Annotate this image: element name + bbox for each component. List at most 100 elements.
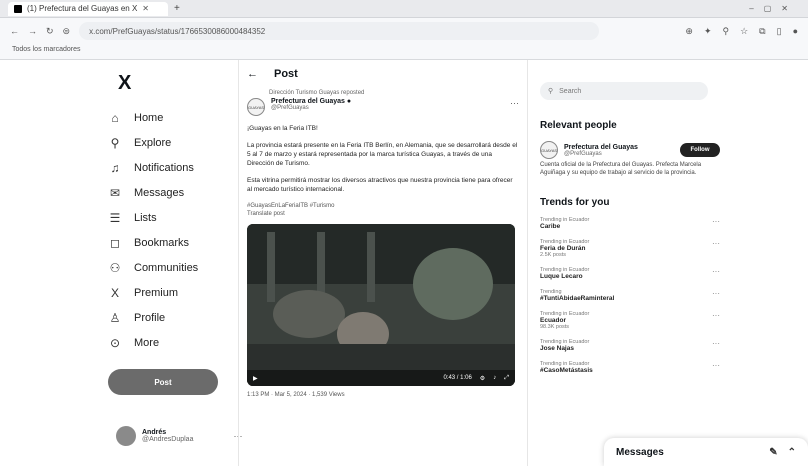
relevant-person: GUAYAS Prefectura del Guayas @PrefGuayas…	[540, 141, 720, 159]
search-icon: ⚲	[548, 88, 554, 95]
trend-more-icon[interactable]: ···	[712, 311, 720, 330]
translate-link[interactable]: Translate post	[247, 211, 285, 217]
trend-more-icon[interactable]: ···	[712, 267, 720, 280]
nav-item-more[interactable]: ⊙ More	[104, 330, 234, 355]
list-icon: ☰	[109, 210, 121, 225]
search-icon: ⚲	[110, 135, 120, 150]
trend-name: Feria de Durán	[540, 245, 586, 252]
expand-icon[interactable]: ⌃	[788, 447, 796, 458]
trend-item[interactable]: Trending in Ecuador Luque Lecaro ···	[540, 267, 720, 280]
x-icon: X	[110, 285, 119, 300]
person-bio: Cuenta oficial de la Prefectura del Guay…	[540, 162, 702, 176]
nav-item-profile[interactable]: ♙ Profile	[104, 305, 234, 330]
reload-icon[interactable]: ↻	[46, 26, 54, 37]
nav-item-communities[interactable]: ⚇ Communities	[104, 255, 234, 280]
new-tab-icon[interactable]: +	[174, 3, 180, 14]
bookmark-icon: ◻	[110, 235, 120, 250]
nav-item-notifications[interactable]: ♫ Notifications	[104, 155, 234, 180]
nav-item-premium[interactable]: X Premium	[104, 280, 234, 305]
search-input[interactable]: ⚲ Search	[540, 82, 708, 100]
relevant-people-title: Relevant people	[540, 120, 617, 131]
post-more-icon[interactable]: ···	[510, 98, 519, 108]
browser-tab-bar: (1) Prefectura del Guayas en X ✕ + –▢✕	[0, 0, 808, 18]
url-field[interactable]: x.com/PrefGuayas/status/1766530086000484…	[79, 22, 600, 40]
x-logo[interactable]: X	[118, 72, 234, 95]
trend-more-icon[interactable]: ···	[712, 289, 720, 302]
back-arrow-icon[interactable]: ←	[247, 68, 258, 80]
close-tab-icon[interactable]: ✕	[142, 4, 149, 13]
account-name: Andrés	[142, 429, 167, 436]
nav-item-label: More	[134, 336, 160, 349]
avatar	[116, 426, 136, 446]
nav-item-label: Communities	[134, 261, 199, 274]
right-sidebar: ⚲ Search Relevant people GUAYAS Prefectu…	[540, 82, 720, 374]
nav-item-label: Lists	[134, 211, 157, 224]
verified-badge-icon: ●	[346, 98, 352, 105]
person-avatar[interactable]: GUAYAS	[540, 141, 558, 159]
messages-drawer[interactable]: Messages ✎ ⌃	[604, 438, 808, 466]
trend-more-icon[interactable]: ···	[712, 239, 720, 258]
trend-item[interactable]: Trending in Ecuador Jose Najas ···	[540, 339, 720, 352]
profile-avatar-icon[interactable]: ●	[793, 26, 798, 37]
browser-toolbar: ⊕ ✦ ⚲ ☆ ⧉ ▯ ●	[685, 26, 798, 37]
follow-button[interactable]: Follow	[680, 143, 720, 157]
mail-icon: ✉	[109, 185, 121, 200]
nav-item-explore[interactable]: ⚲ Explore	[104, 130, 234, 155]
translate-icon[interactable]: ⊕	[685, 26, 693, 37]
post-meta: 1:13 PM · Mar 5, 2024 · 1,539 Views	[247, 392, 345, 398]
post-hashtags: #GuayasEnLaFeriaITB #Turismo Translate p…	[247, 203, 335, 217]
author-name[interactable]: Prefectura del Guayas ●	[271, 98, 351, 105]
page-title: Post	[274, 68, 298, 80]
nav-item-home[interactable]: ⌂ Home	[104, 105, 234, 130]
trend-item[interactable]: Trending in Ecuador Caribe ···	[540, 217, 720, 230]
post-video[interactable]: ▶ 0:43 / 1:06 ⚙ ♪ ⤢	[247, 224, 515, 386]
extensions-puzzle-icon[interactable]: ⧉	[759, 26, 765, 37]
star-icon[interactable]: ☆	[740, 26, 748, 37]
post-button[interactable]: Post	[108, 369, 218, 395]
settings-icon[interactable]: ⚙	[480, 375, 485, 382]
person-handle[interactable]: @PrefGuayas	[564, 151, 638, 157]
nav-item-label: Profile	[134, 311, 166, 324]
person-name[interactable]: Prefectura del Guayas	[564, 144, 638, 151]
nav-item-messages[interactable]: ✉ Messages	[104, 180, 234, 205]
bell-icon: ♫	[110, 160, 120, 175]
post-paragraph: La provincia estará presente en la Feria…	[247, 142, 518, 167]
video-time: 0:43 / 1:06	[443, 375, 472, 381]
nav-item-label: Messages	[134, 186, 185, 199]
volume-icon[interactable]: ♪	[493, 375, 496, 381]
trend-name: Ecuador	[540, 317, 567, 324]
site-info-icon[interactable]: ⊜	[63, 26, 71, 37]
forward-icon[interactable]: →	[28, 26, 37, 36]
trend-more-icon[interactable]: ···	[712, 339, 720, 352]
nav-item-label: Home	[134, 111, 164, 124]
fullscreen-icon[interactable]: ⤢	[504, 375, 509, 382]
trend-item[interactable]: Trending in Ecuador Ecuador 98.3K posts ···	[540, 311, 720, 330]
extension-icon[interactable]: ✦	[704, 26, 712, 37]
trend-name: #CasoMetástasis	[540, 367, 593, 374]
trend-more-icon[interactable]: ···	[712, 217, 720, 230]
play-icon[interactable]: ▶	[253, 375, 258, 382]
sidepanel-icon[interactable]: ▯	[777, 26, 782, 37]
trend-item[interactable]: Trending in Ecuador Feria de Durán 2.5K po…	[540, 239, 720, 258]
window-controls[interactable]: –▢✕	[749, 4, 798, 13]
author-handle[interactable]: @PrefGuayas	[271, 105, 351, 111]
back-icon[interactable]: ←	[10, 26, 19, 36]
author-avatar[interactable]: GUAYAS	[247, 98, 265, 116]
account-switcher[interactable]: Andrés @AndresDuplaa ···	[116, 426, 242, 446]
trend-item[interactable]: Trending in Ecuador #CasoMetástasis ···	[540, 361, 720, 374]
zoom-icon[interactable]: ⚲	[723, 26, 730, 37]
bookmark-item[interactable]: Todos los marcadores	[12, 46, 80, 53]
account-handle: @AndresDuplaa	[142, 436, 194, 443]
nav-item-label: Explore	[134, 136, 172, 149]
trend-more-icon[interactable]: ···	[712, 361, 720, 374]
home-icon: ⌂	[111, 110, 119, 125]
nav-item-bookmarks[interactable]: ◻ Bookmarks	[104, 230, 234, 255]
trend-count: 98.3K posts	[540, 324, 570, 330]
nav-item-lists[interactable]: ☰ Lists	[104, 205, 234, 230]
browser-tab[interactable]: (1) Prefectura del Guayas en X ✕	[8, 1, 168, 16]
search-placeholder: Search	[559, 87, 582, 95]
compose-message-icon[interactable]: ✎	[769, 447, 777, 458]
trend-item[interactable]: Trending #TuntiAbidaeRaminteral ···	[540, 289, 720, 302]
trend-name: #TuntiAbidaeRaminteral	[540, 295, 615, 302]
trend-name: Caribe	[540, 223, 561, 230]
